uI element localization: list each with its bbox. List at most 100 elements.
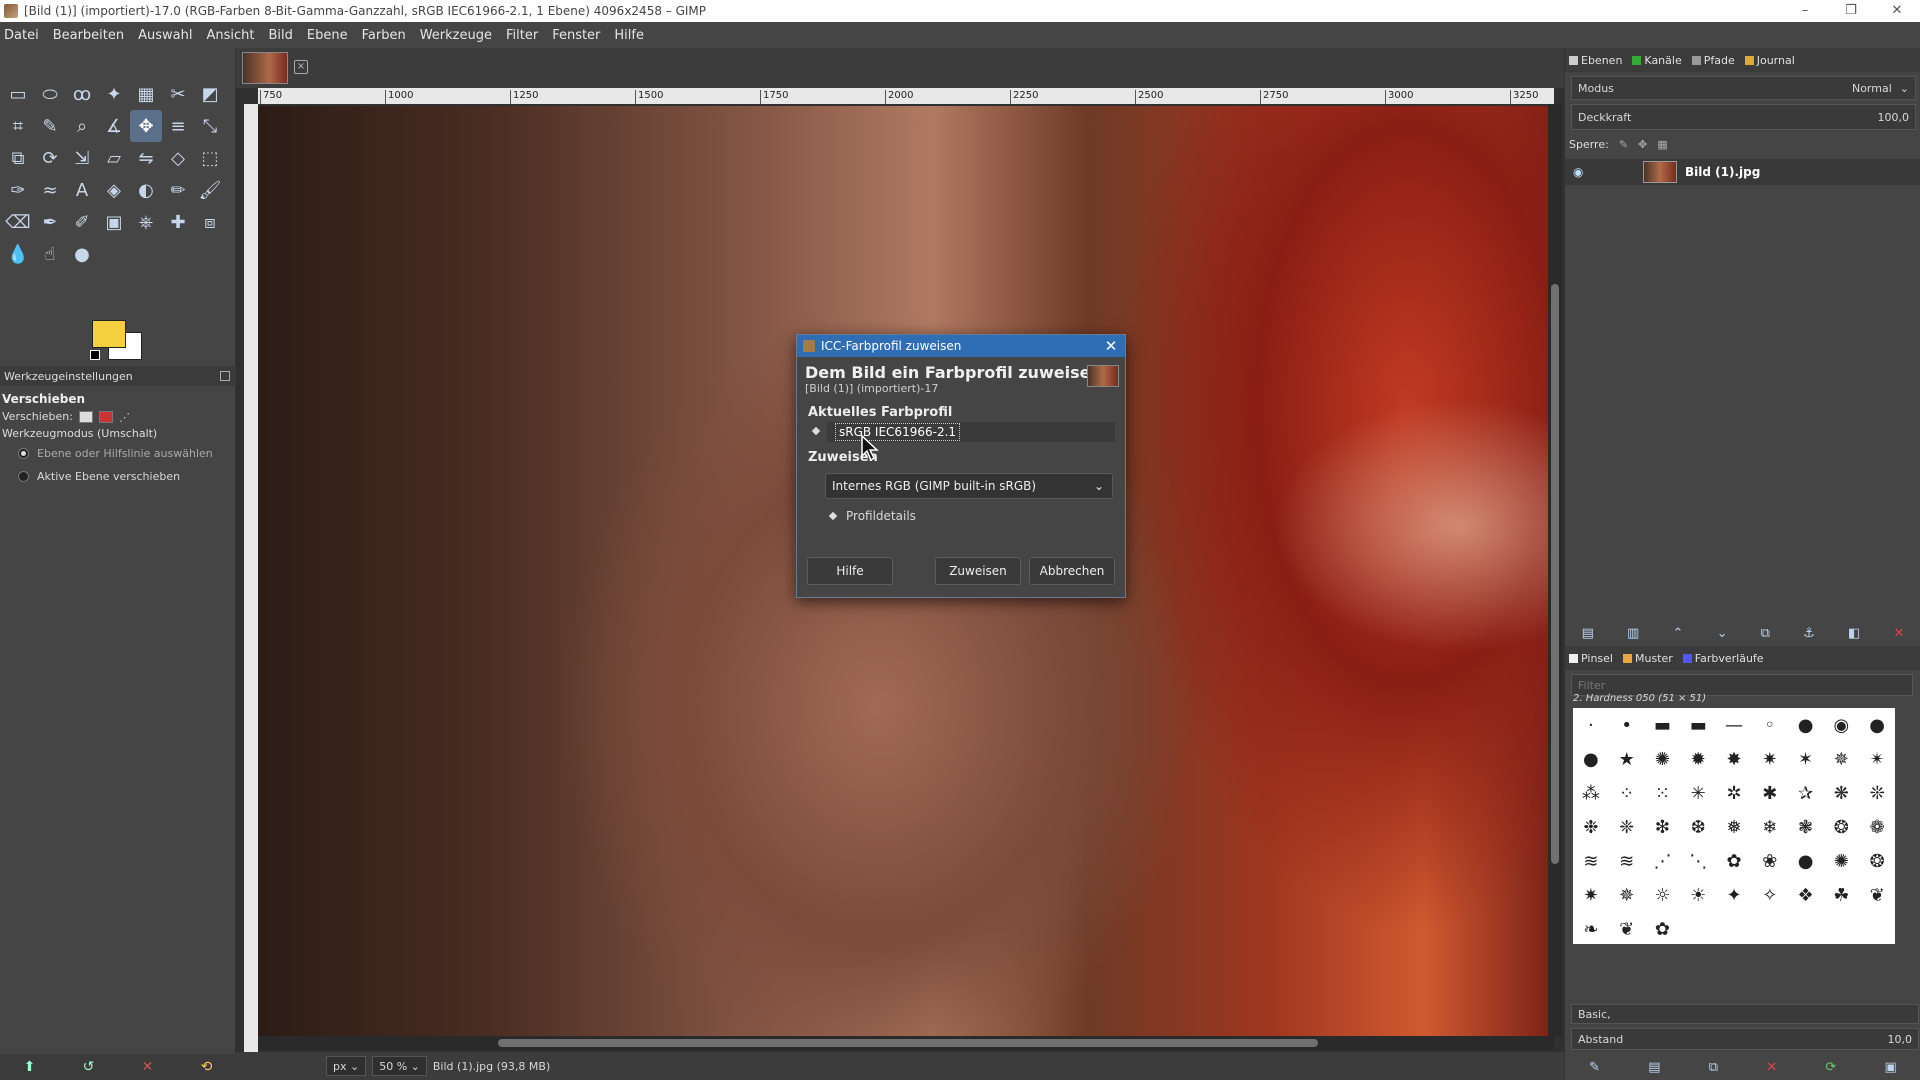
brush-preview[interactable]: ❃ xyxy=(1788,810,1824,844)
perspective-clone-tool[interactable]: ⧈ xyxy=(194,206,226,238)
dialog-close-icon[interactable]: ✕ xyxy=(1097,337,1125,355)
menu-datei[interactable]: Datei xyxy=(4,28,39,43)
tab-journal[interactable]: Journal xyxy=(1744,54,1795,67)
brush-preview[interactable]: ◦ xyxy=(1752,708,1788,742)
eye-icon[interactable]: ◉ xyxy=(1573,165,1591,179)
menu-bearbeiten[interactable]: Bearbeiten xyxy=(53,28,124,43)
horizontal-scrollbar[interactable] xyxy=(258,1036,1554,1050)
brush-preview[interactable]: ❂ xyxy=(1859,844,1895,878)
color-swatches[interactable] xyxy=(90,320,148,366)
minimize-button[interactable]: – xyxy=(1782,0,1828,22)
radio-pick-layer[interactable]: Ebene oder Hilfslinie auswählen xyxy=(0,442,236,465)
warp-tool[interactable]: ≈ xyxy=(34,174,66,206)
brush-preview[interactable]: ❁ xyxy=(1859,810,1895,844)
brush-preview[interactable]: ✸ xyxy=(1716,742,1752,776)
brush-preview[interactable]: ✵ xyxy=(1823,742,1859,776)
bucket-fill-tool[interactable]: ◈ xyxy=(98,174,130,206)
expander-icon[interactable] xyxy=(828,511,838,521)
layer-item[interactable]: ◉ Bild (1).jpg xyxy=(1565,159,1920,185)
open-brush-icon[interactable]: ▣ xyxy=(1885,1060,1897,1075)
color-select-tool[interactable]: ▦ xyxy=(130,78,162,110)
ink-tool[interactable]: ✐ xyxy=(66,206,98,238)
raise-layer-icon[interactable]: ⌃ xyxy=(1673,626,1684,641)
rect-select-tool[interactable]: ▭ xyxy=(2,78,34,110)
brush-preview[interactable]: ☘ xyxy=(1823,878,1859,912)
new-brush-icon[interactable]: ▤ xyxy=(1648,1060,1660,1075)
brush-preview[interactable]: ⋰ xyxy=(1645,844,1681,878)
brush-preview[interactable]: ❆ xyxy=(1680,810,1716,844)
close-image-icon[interactable]: × xyxy=(294,60,308,74)
brush-preview[interactable]: ◉ xyxy=(1823,708,1859,742)
delete-layer-icon[interactable]: ✕ xyxy=(1893,626,1904,641)
tab-farbverlaeufe[interactable]: Farbverläufe xyxy=(1682,652,1764,665)
brush-preview[interactable]: ✹ xyxy=(1680,742,1716,776)
assign-profile-select[interactable]: Internes RGB (GIMP built-in sRGB) ⌄ xyxy=(825,473,1113,499)
close-window-button[interactable]: ✕ xyxy=(1874,0,1920,22)
fuzzy-select-tool[interactable]: ✦ xyxy=(98,78,130,110)
menu-auswahl[interactable]: Auswahl xyxy=(138,28,192,43)
brush-preview[interactable]: ❋ xyxy=(1823,776,1859,810)
horizontal-ruler[interactable]: 750 1000 1250 1500 1750 2000 2250 2500 2750 3000 3… xyxy=(258,88,1554,104)
tab-muster[interactable]: Muster xyxy=(1622,652,1673,665)
brush-preview[interactable]: ≋ xyxy=(1573,844,1609,878)
zoom-tool[interactable]: ⌕ xyxy=(66,110,98,142)
crop-tool[interactable]: ⌗ xyxy=(2,110,34,142)
mask-layer-icon[interactable]: ◧ xyxy=(1848,626,1860,641)
menu-bild[interactable]: Bild xyxy=(269,28,293,43)
dodge-burn-tool[interactable]: ● xyxy=(66,238,98,270)
brush-preview[interactable]: ▬ xyxy=(1645,708,1681,742)
duplicate-brush-icon[interactable]: ⧉ xyxy=(1709,1060,1718,1075)
reset-options-icon[interactable]: ⟲ xyxy=(201,1059,213,1075)
move-tool[interactable]: ✥ xyxy=(130,110,162,142)
transform-tool[interactable]: ⤡ xyxy=(194,110,226,142)
eraser-tool[interactable]: ⌫ xyxy=(2,206,34,238)
help-button[interactable]: Hilfe xyxy=(807,557,893,585)
brush-preview[interactable]: ✺ xyxy=(1645,742,1681,776)
lock-position-icon[interactable]: ✥ xyxy=(1638,138,1647,151)
brush-preview[interactable]: ❧ xyxy=(1573,912,1609,946)
pencil-tool[interactable]: ✏ xyxy=(162,174,194,206)
brush-preview[interactable]: ❂ xyxy=(1823,810,1859,844)
zoom-select[interactable]: 50 % ⌄ xyxy=(372,1056,427,1076)
brush-preview[interactable]: ✴ xyxy=(1859,742,1895,776)
paintbrush-tool[interactable]: 🖌 xyxy=(194,174,226,206)
menu-fenster[interactable]: Fenster xyxy=(552,28,600,43)
save-options-icon[interactable]: ⬆ xyxy=(24,1059,36,1075)
brush-preview[interactable]: ● xyxy=(1788,844,1824,878)
perspective-tool[interactable]: ◇ xyxy=(162,142,194,174)
scale-tool[interactable]: ⇲ xyxy=(66,142,98,174)
brush-preview[interactable]: ✱ xyxy=(1752,776,1788,810)
radio-icon[interactable] xyxy=(18,471,29,482)
default-colors-icon[interactable] xyxy=(90,350,100,360)
horizontal-scroll-thumb[interactable] xyxy=(498,1039,1318,1047)
lasso-tool[interactable]: ꝏ xyxy=(66,78,98,110)
new-group-icon[interactable]: ▥ xyxy=(1627,626,1639,641)
airbrush-tool[interactable]: ✒ xyxy=(34,206,66,238)
profile-details-expander[interactable]: Profildetails xyxy=(828,509,1125,523)
menu-filter[interactable]: Filter xyxy=(506,28,538,43)
brush-preview[interactable]: ❅ xyxy=(1716,810,1752,844)
scissors-tool[interactable]: ✂ xyxy=(162,78,194,110)
brush-preview[interactable]: · xyxy=(1573,708,1609,742)
brush-preview[interactable]: ✺ xyxy=(1823,844,1859,878)
move-layer-icon[interactable] xyxy=(78,410,93,423)
spacing-slider[interactable]: Abstand 10,0 xyxy=(1571,1028,1919,1050)
brush-preview[interactable]: ✧ xyxy=(1752,878,1788,912)
clone-tool[interactable]: ⎈ xyxy=(130,206,162,238)
path-tool[interactable]: ✑ xyxy=(2,174,34,206)
tab-pfade[interactable]: Pfade xyxy=(1691,54,1735,67)
foreground-color-swatch[interactable] xyxy=(92,320,126,348)
layer-mode-row[interactable]: Modus Normal ⌄ xyxy=(1571,76,1916,100)
brush-preview[interactable]: ☀ xyxy=(1680,878,1716,912)
lock-alpha-icon[interactable]: ▦ xyxy=(1657,138,1667,151)
smudge-tool[interactable]: ☝ xyxy=(34,238,66,270)
brush-preview[interactable]: ✳ xyxy=(1680,776,1716,810)
brush-preview[interactable]: — xyxy=(1716,708,1752,742)
vertical-ruler[interactable] xyxy=(244,104,258,1080)
delete-options-icon[interactable]: ✕ xyxy=(142,1059,154,1075)
brush-preview[interactable]: ☼ xyxy=(1645,878,1681,912)
delete-brush-icon[interactable]: ✕ xyxy=(1766,1060,1777,1075)
mypaint-brush-tool[interactable]: ▣ xyxy=(98,206,130,238)
menu-hilfe[interactable]: Hilfe xyxy=(614,28,644,43)
brush-preview[interactable]: ❦ xyxy=(1609,912,1645,946)
